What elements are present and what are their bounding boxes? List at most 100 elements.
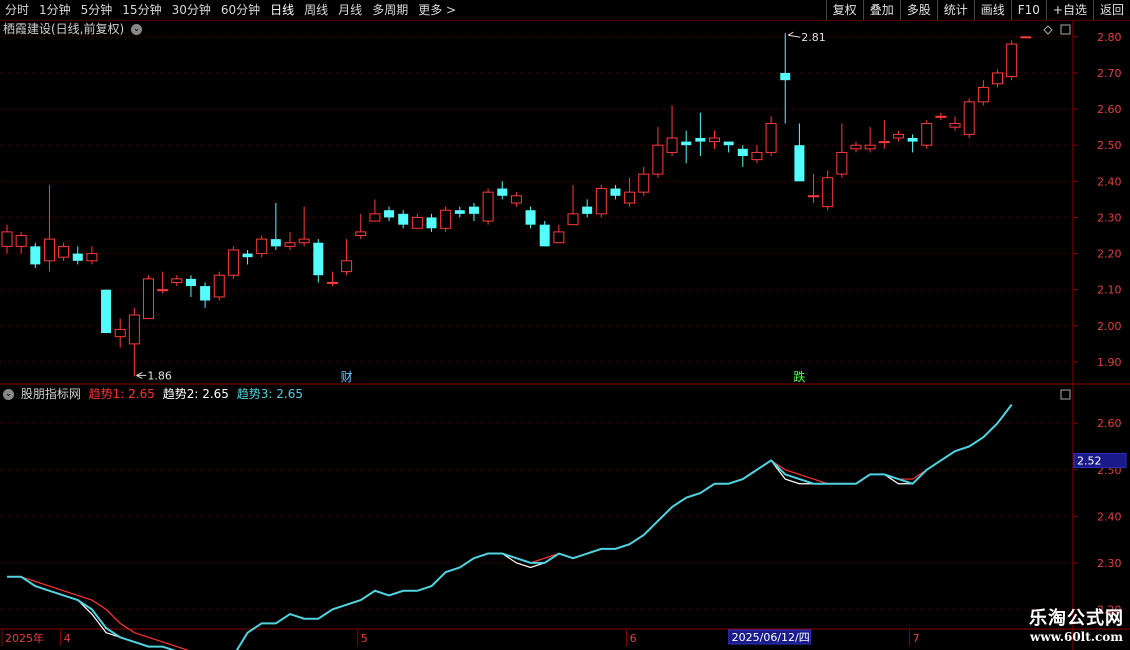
candle-body bbox=[610, 188, 621, 196]
stock-chart[interactable]: 2.80 2.70 2.60 2.50 2.40 2.30 2.20 2.10 2.00 1.90… bbox=[0, 0, 1130, 650]
candle-body bbox=[128, 314, 140, 345]
price-tick-label: 2.20 bbox=[1097, 248, 1122, 261]
candle-body bbox=[666, 137, 678, 153]
candle-body bbox=[963, 101, 975, 135]
high-price-label: 2.81 bbox=[801, 31, 826, 44]
add-watchlist-button[interactable]: +自选 bbox=[1045, 0, 1093, 20]
chevron-down-icon[interactable]: ⌄ bbox=[3, 389, 14, 400]
candle-body bbox=[836, 151, 848, 175]
candle-body bbox=[595, 188, 607, 215]
draw-line-button[interactable]: 画线 bbox=[973, 0, 1011, 20]
x-axis-label: 5 bbox=[361, 632, 368, 645]
tab-minute-chart[interactable]: 分时 bbox=[0, 0, 34, 20]
high-label-arrow bbox=[787, 31, 801, 38]
tab-monthly[interactable]: 月线 bbox=[333, 0, 367, 20]
candle-body bbox=[1020, 36, 1032, 39]
candle-body bbox=[723, 141, 734, 146]
candle-body bbox=[864, 144, 876, 150]
tab-more[interactable]: 更多 > bbox=[413, 0, 461, 20]
event-marker: 财 bbox=[341, 370, 353, 384]
panel-toggle-icon bbox=[1060, 24, 1071, 35]
stock-title: 栖霞建设(日线,前复权) ⌄ bbox=[3, 21, 143, 37]
candle-body bbox=[284, 242, 296, 247]
candle-body bbox=[426, 217, 437, 229]
candle-body bbox=[355, 231, 367, 237]
x-axis-label: 7 bbox=[913, 632, 920, 645]
candle-body bbox=[497, 188, 508, 196]
trend3-label: 趋势3: 2.65 bbox=[236, 387, 303, 401]
f10-button[interactable]: F10 bbox=[1010, 0, 1046, 20]
cursor-value-label: 2.52 bbox=[1077, 454, 1102, 467]
candle-body bbox=[101, 289, 112, 334]
candle-body bbox=[341, 260, 353, 273]
candle-body bbox=[398, 213, 409, 225]
overlay-button[interactable]: 叠加 bbox=[862, 0, 900, 20]
candle-body bbox=[72, 253, 83, 261]
candle-body bbox=[1006, 43, 1018, 78]
tab-30min[interactable]: 30分钟 bbox=[167, 0, 216, 20]
candle-body bbox=[808, 195, 820, 198]
price-tick-label: 2.30 bbox=[1097, 211, 1122, 224]
candle-body bbox=[921, 123, 933, 146]
candle-body bbox=[992, 72, 1003, 85]
candle-body bbox=[326, 281, 338, 284]
price-tick-label: 1.90 bbox=[1097, 356, 1122, 369]
tab-1min[interactable]: 1分钟 bbox=[34, 0, 76, 20]
indicator-name: 股朋指标网 bbox=[20, 387, 81, 401]
panel-toggle-icon bbox=[1060, 389, 1071, 400]
tab-60min[interactable]: 60分钟 bbox=[216, 0, 265, 20]
price-tick-label: 2.70 bbox=[1097, 67, 1122, 80]
period-toolbar: 分时 1分钟 5分钟 15分钟 30分钟 60分钟 日线 周线 月线 多周期 更… bbox=[0, 0, 1130, 21]
candle-body bbox=[850, 144, 862, 150]
trend1-label: 趋势1: 2.65 bbox=[88, 387, 155, 401]
candle-body bbox=[242, 253, 253, 258]
candle-body bbox=[171, 278, 183, 283]
tab-daily[interactable]: 日线 bbox=[265, 0, 299, 20]
candle-body bbox=[143, 278, 154, 320]
event-marker: 跌 bbox=[793, 369, 805, 384]
trend2-label: 趋势2: 2.65 bbox=[162, 387, 229, 401]
tab-multi-period[interactable]: 多周期 bbox=[367, 0, 413, 20]
trend-line bbox=[7, 404, 1013, 650]
candle-body bbox=[86, 253, 98, 262]
candle-body bbox=[935, 115, 947, 118]
candle-body bbox=[227, 249, 239, 276]
candle-body bbox=[765, 123, 777, 153]
x-axis-label: 4 bbox=[64, 632, 71, 645]
candle-body bbox=[313, 242, 324, 276]
candle-body bbox=[15, 235, 27, 247]
candle-body bbox=[454, 210, 465, 214]
candle-body bbox=[709, 137, 720, 143]
back-button[interactable]: 返回 bbox=[1092, 0, 1130, 20]
trend-line bbox=[7, 404, 1013, 650]
toolbar-right-buttons: 复权 叠加 多股 统计 画线 F10 +自选 返回 bbox=[825, 0, 1130, 20]
candle-body bbox=[256, 238, 268, 255]
candle-body bbox=[213, 274, 225, 298]
candle-body bbox=[892, 133, 904, 139]
candle-body bbox=[652, 144, 664, 175]
x-axis-label: 2025年 bbox=[5, 631, 44, 645]
candle-body bbox=[440, 209, 452, 229]
candle-body bbox=[43, 238, 55, 262]
price-tick-label: 2.80 bbox=[1097, 31, 1122, 44]
adjust-button[interactable]: 复权 bbox=[825, 0, 863, 20]
statistics-button[interactable]: 统计 bbox=[936, 0, 974, 20]
candle-body bbox=[525, 210, 536, 225]
tab-5min[interactable]: 5分钟 bbox=[76, 0, 118, 20]
watermark: 乐淘公式网 www.60lt.com bbox=[1029, 608, 1124, 644]
indicator-tick-label: 2.40 bbox=[1097, 510, 1122, 523]
cursor-date-label: 2025/06/12/四 bbox=[732, 631, 810, 644]
candle-body bbox=[1, 231, 13, 247]
candle-body bbox=[878, 141, 890, 144]
candle-body bbox=[822, 177, 834, 208]
tab-weekly[interactable]: 周线 bbox=[299, 0, 333, 20]
candle-body bbox=[157, 289, 169, 292]
tab-15min[interactable]: 15分钟 bbox=[117, 0, 166, 20]
candle-body bbox=[369, 213, 381, 222]
price-tick-label: 2.60 bbox=[1097, 103, 1122, 116]
indicator-tick-label: 2.60 bbox=[1097, 417, 1122, 430]
candle-body bbox=[468, 206, 479, 214]
chevron-down-icon[interactable]: ⌄ bbox=[131, 24, 143, 35]
multi-stock-button[interactable]: 多股 bbox=[899, 0, 937, 20]
candle-body bbox=[624, 191, 636, 204]
